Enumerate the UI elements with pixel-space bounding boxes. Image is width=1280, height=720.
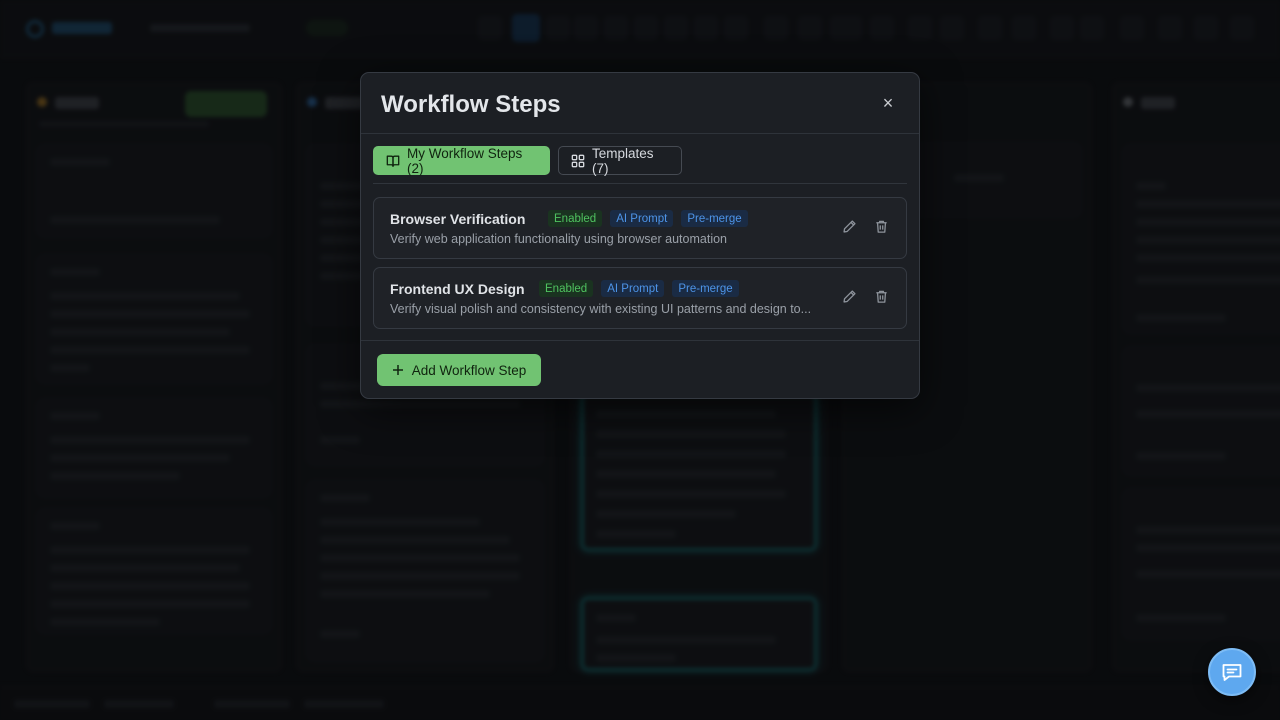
- tab-templates[interactable]: Templates (7): [558, 145, 682, 176]
- step-name: Frontend UX Design: [390, 281, 525, 297]
- edit-button[interactable]: [840, 217, 858, 235]
- step-description: Verify visual polish and consistency wit…: [390, 302, 812, 316]
- pencil-icon: [842, 219, 856, 233]
- trash-icon: [875, 290, 887, 303]
- step-actions: [840, 287, 890, 305]
- modal-title: Workflow Steps: [381, 91, 561, 118]
- chat-bubble-icon: [1222, 664, 1242, 681]
- tab-label: My Workflow Steps (2): [407, 145, 523, 176]
- pre-merge-badge: Pre-merge: [672, 280, 739, 297]
- delete-button[interactable]: [872, 217, 890, 235]
- workflow-steps-modal: Workflow Steps × My Workflow Steps (2) T…: [360, 72, 920, 399]
- trash-icon: [875, 220, 887, 233]
- ai-prompt-badge: AI Prompt: [601, 280, 665, 297]
- step-badges: Enabled AI Prompt Pre-merge: [548, 210, 748, 227]
- grid-icon: [571, 154, 585, 167]
- pencil-icon: [842, 289, 856, 303]
- modal-header: Workflow Steps ×: [361, 73, 919, 134]
- plus-icon: [392, 365, 403, 375]
- pre-merge-badge: Pre-merge: [681, 210, 748, 227]
- modal-footer: Add Workflow Step: [361, 340, 919, 400]
- add-workflow-step-button[interactable]: Add Workflow Step: [377, 354, 541, 386]
- edit-button[interactable]: [840, 287, 858, 305]
- close-icon: ×: [882, 92, 894, 113]
- step-badges: Enabled AI Prompt Pre-merge: [539, 280, 739, 297]
- add-button-label: Add Workflow Step: [411, 362, 527, 378]
- book-icon: [386, 155, 400, 167]
- workflow-step-card: Frontend UX Design Enabled AI Prompt Pre…: [373, 267, 907, 329]
- enabled-badge: Enabled: [548, 210, 603, 227]
- step-description: Verify web application functionality usi…: [390, 232, 727, 246]
- tab-bar: My Workflow Steps (2) Templates (7): [373, 146, 907, 184]
- delete-button[interactable]: [872, 287, 890, 305]
- tab-my-workflow-steps[interactable]: My Workflow Steps (2): [373, 145, 550, 176]
- ai-prompt-badge: AI Prompt: [610, 210, 674, 227]
- chat-button[interactable]: [1208, 648, 1256, 696]
- close-button[interactable]: ×: [877, 92, 899, 114]
- enabled-badge: Enabled: [539, 280, 594, 297]
- step-name: Browser Verification: [390, 211, 526, 227]
- tab-label: Templates (7): [592, 145, 654, 176]
- workflow-step-card: Browser Verification Enabled AI Prompt P…: [373, 197, 907, 259]
- step-actions: [840, 217, 890, 235]
